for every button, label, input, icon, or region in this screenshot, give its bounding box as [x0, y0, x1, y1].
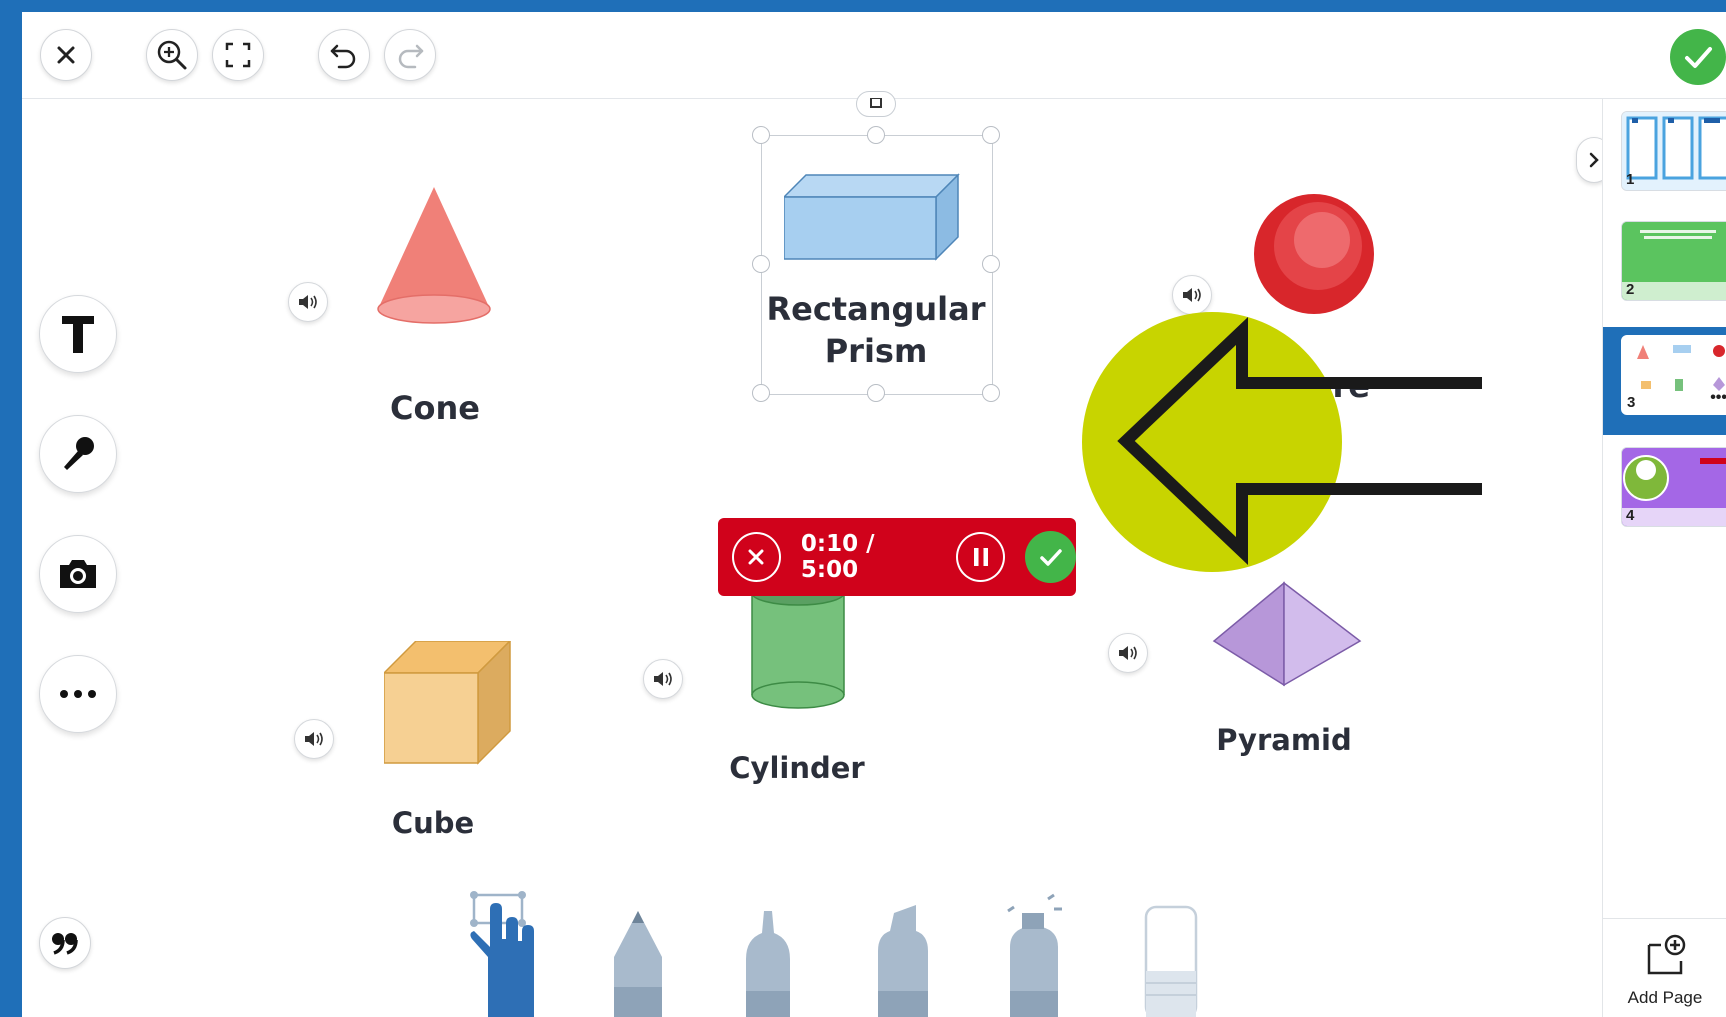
speaker-icon	[654, 672, 672, 686]
text-tool-button[interactable]	[39, 295, 117, 373]
arrow-annotation	[1082, 312, 1482, 572]
page-thumbnail-2[interactable]: 2	[1621, 221, 1726, 301]
top-toolbar	[22, 12, 1726, 99]
zoom-button[interactable]	[146, 29, 198, 81]
page-thumbnail-4[interactable]: 4	[1621, 447, 1726, 527]
zoom-in-icon	[157, 40, 187, 70]
chevron-right-icon	[1589, 152, 1599, 168]
checkmark-icon	[1039, 549, 1062, 566]
pyramid-shape[interactable]	[1212, 579, 1362, 689]
rotate-icon	[870, 98, 882, 108]
drawing-tool-tray	[470, 891, 1198, 1017]
cone-label: Cone	[390, 389, 480, 427]
close-icon	[57, 46, 75, 64]
sphere-audio-button[interactable]	[1172, 275, 1212, 315]
page-number: 4	[1626, 507, 1635, 524]
undo-icon	[330, 44, 356, 69]
page-thumbnail-3[interactable]: 3 •••	[1621, 335, 1726, 415]
pen-tool[interactable]	[746, 911, 790, 1017]
microphone-tool-button[interactable]	[39, 415, 117, 493]
page-number: 3	[1627, 394, 1636, 411]
resize-handle[interactable]	[752, 126, 770, 144]
resize-handle[interactable]	[982, 255, 1000, 273]
resize-handle[interactable]	[867, 384, 885, 402]
page-options-icon[interactable]: •••	[1710, 389, 1726, 407]
page-number: 2	[1626, 281, 1635, 298]
app-frame: Cone Rectangular Prism Cube Cylinder Pyr…	[22, 12, 1726, 1017]
rectangular-prism-label-line1: Rectangular	[766, 290, 986, 328]
close-icon	[748, 549, 764, 565]
add-page-icon	[1647, 934, 1686, 975]
spray-tool[interactable]	[1007, 893, 1062, 1017]
fullscreen-button[interactable]	[212, 29, 264, 81]
resize-handle[interactable]	[752, 384, 770, 402]
more-icon	[60, 690, 96, 698]
select-hand-tool[interactable]	[470, 891, 534, 1017]
text-icon	[62, 316, 94, 353]
cone-audio-button[interactable]	[288, 282, 328, 322]
page-panel: 1 2 3 ••• 4 Add Page	[1602, 99, 1726, 1017]
recording-timer: 0:10 / 5:00	[800, 531, 875, 583]
finish-recording-button[interactable]	[1025, 531, 1076, 583]
checkmark-icon	[1685, 47, 1712, 68]
done-button[interactable]	[1670, 29, 1726, 85]
cylinder-audio-button[interactable]	[643, 659, 683, 699]
cylinder-label: Cylinder	[729, 751, 865, 785]
page-2-preview	[1622, 222, 1726, 300]
whiteboard-canvas[interactable]: Cone Rectangular Prism Cube Cylinder Pyr…	[22, 91, 1612, 1017]
eraser-tool[interactable]	[1144, 905, 1198, 1017]
cube-audio-button[interactable]	[294, 719, 334, 759]
page-1-preview	[1622, 112, 1726, 190]
speaker-icon	[1119, 646, 1137, 660]
speaker-icon	[299, 295, 317, 309]
page-number: 1	[1626, 171, 1635, 188]
pause-recording-button[interactable]	[956, 532, 1006, 582]
camera-icon	[60, 560, 96, 588]
speaker-icon	[305, 732, 323, 746]
page-thumbnail-1[interactable]: 1	[1621, 111, 1726, 191]
more-tools-button[interactable]	[39, 655, 117, 733]
sphere-shape[interactable]	[1252, 192, 1376, 316]
rectangular-prism-shape[interactable]	[784, 171, 962, 261]
resize-handle[interactable]	[752, 255, 770, 273]
close-button[interactable]	[40, 29, 92, 81]
pyramid-audio-button[interactable]	[1108, 633, 1148, 673]
redo-button[interactable]	[384, 29, 436, 81]
marker-tool[interactable]	[878, 905, 928, 1017]
pyramid-label: Pyramid	[1216, 723, 1352, 757]
rotate-handle[interactable]	[856, 91, 896, 117]
microphone-icon	[64, 437, 94, 470]
cube-label: Cube	[391, 806, 475, 840]
page-4-preview	[1622, 448, 1726, 526]
camera-tool-button[interactable]	[39, 535, 117, 613]
quote-button[interactable]	[39, 917, 91, 969]
recording-bar: 0:10 / 5:00	[718, 518, 1076, 596]
fullscreen-icon	[225, 42, 251, 68]
speaker-icon	[1183, 288, 1201, 302]
redo-icon	[398, 44, 424, 69]
add-page-button[interactable]: Add Page	[1603, 918, 1726, 1017]
resize-handle[interactable]	[982, 384, 1000, 402]
resize-handle[interactable]	[982, 126, 1000, 144]
cube-shape[interactable]	[384, 641, 514, 765]
resize-handle[interactable]	[867, 126, 885, 144]
undo-button[interactable]	[318, 29, 370, 81]
rectangular-prism-label: Rectangular Prism	[766, 288, 986, 372]
cylinder-shape[interactable]	[748, 579, 848, 711]
pause-icon	[973, 548, 988, 566]
cone-shape[interactable]	[372, 181, 496, 331]
quote-icon	[52, 933, 78, 955]
add-page-label: Add Page	[1627, 988, 1703, 1007]
rectangular-prism-label-line2: Prism	[824, 332, 928, 370]
cancel-recording-button[interactable]	[732, 532, 781, 582]
pencil-tool[interactable]	[614, 911, 662, 1017]
